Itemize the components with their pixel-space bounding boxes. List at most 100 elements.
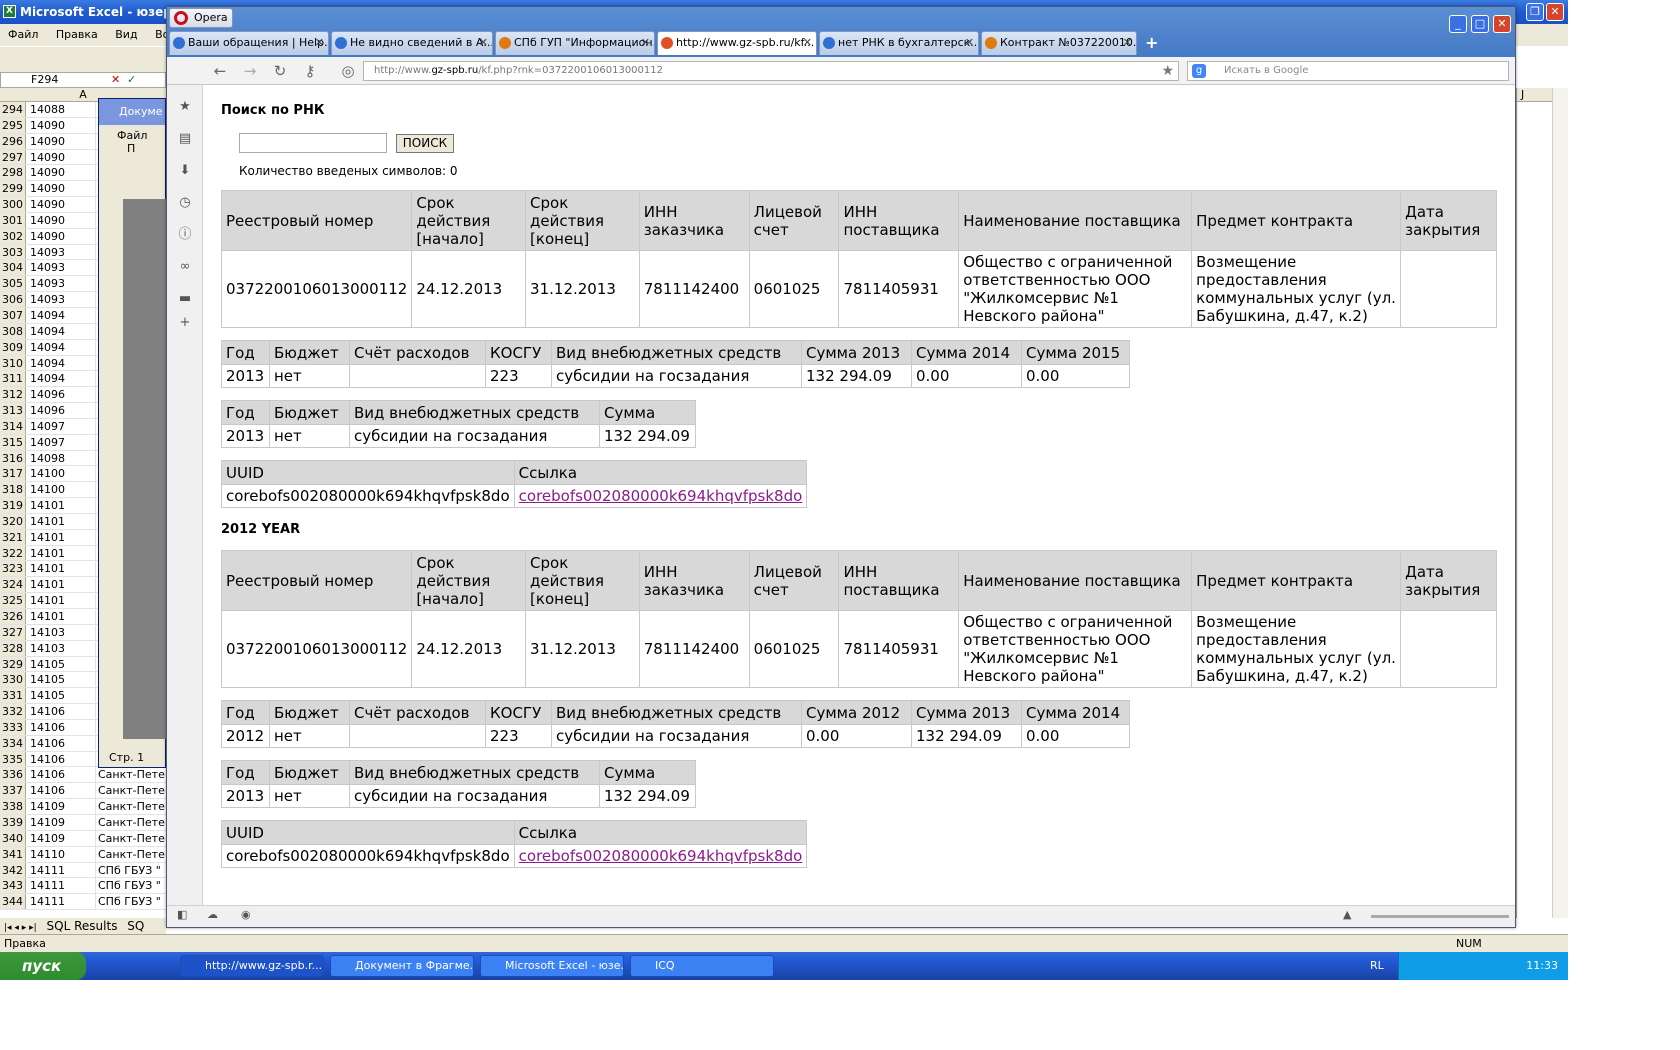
opera-menu-button[interactable]: Opera — [169, 8, 233, 28]
row-number[interactable]: 343 — [0, 878, 26, 894]
row-number[interactable]: 325 — [0, 593, 26, 608]
tab-close-icon[interactable]: ✕ — [315, 32, 324, 54]
row-number[interactable]: 306 — [0, 292, 26, 307]
row-number[interactable]: 298 — [0, 165, 26, 181]
back-icon[interactable]: ← — [211, 62, 229, 80]
start-button[interactable]: пуск — [0, 952, 86, 980]
cell-a[interactable]: 14101 — [26, 593, 96, 608]
row-number[interactable]: 340 — [0, 830, 26, 846]
search-field[interactable]: g Искать в Google — [1187, 61, 1509, 81]
rnk-input[interactable] — [239, 133, 387, 153]
cell-a[interactable]: 14106 — [26, 735, 96, 751]
cell-b[interactable]: Санкт-Пете — [96, 847, 166, 862]
row-number[interactable]: 322 — [0, 545, 26, 561]
sheet-tab-sq[interactable]: SQ — [127, 919, 144, 933]
row-number[interactable]: 302 — [0, 228, 26, 244]
cell-b[interactable]: Санкт-Пете — [96, 831, 166, 846]
excel-menu-file[interactable]: Файл — [8, 28, 38, 41]
taskbar-item[interactable]: Документ в Фрагме... — [330, 955, 474, 977]
cell-a[interactable]: 14105 — [26, 672, 96, 688]
speed-dial-icon[interactable]: ◉ — [241, 908, 251, 921]
row-number[interactable]: 312 — [0, 387, 26, 403]
row-number[interactable]: 308 — [0, 323, 26, 339]
cell-a[interactable]: 14106 — [26, 704, 96, 719]
sheet-nav-icon[interactable]: |◂ ◂ ▸ ▸| — [4, 923, 37, 933]
cell-a[interactable]: 14106 — [26, 767, 96, 783]
cell-a[interactable]: 14101 — [26, 513, 96, 529]
cell-a[interactable]: 14094 — [26, 355, 96, 371]
row-number[interactable]: 295 — [0, 117, 26, 133]
cell-a[interactable]: 14094 — [26, 339, 96, 355]
row-number[interactable]: 314 — [0, 418, 26, 434]
cell-b[interactable]: Санкт-Пете — [96, 783, 166, 798]
search-button[interactable]: ПОИСК — [395, 133, 455, 153]
cell-b[interactable]: Санкт-Пете — [96, 767, 166, 782]
cell-b[interactable]: Санкт-Пете — [96, 815, 166, 830]
excel-vertical-scrollbar[interactable] — [1552, 88, 1568, 918]
cell-a[interactable]: 14111 — [26, 894, 96, 910]
cell-a[interactable]: 14101 — [26, 529, 96, 545]
cell-a[interactable]: 14105 — [26, 688, 96, 704]
row-number[interactable]: 318 — [0, 482, 26, 498]
row-number[interactable]: 296 — [0, 133, 26, 149]
cell-a[interactable]: 14093 — [26, 260, 96, 276]
cell-a[interactable]: 14093 — [26, 244, 96, 260]
row-number[interactable]: 341 — [0, 846, 26, 862]
row-number[interactable]: 344 — [0, 894, 26, 910]
row-number[interactable]: 326 — [0, 609, 26, 624]
cell-a[interactable]: 14106 — [26, 783, 96, 799]
row-number[interactable]: 310 — [0, 355, 26, 371]
language-indicator[interactable]: RL — [1370, 952, 1384, 980]
cell-a[interactable]: 14090 — [26, 197, 96, 212]
uuid-link[interactable]: corebofs002080000k694khqvfpsk8do — [519, 487, 803, 505]
cell-a[interactable]: 14111 — [26, 862, 96, 878]
row-number[interactable]: 339 — [0, 814, 26, 830]
cell-a[interactable]: 14106 — [26, 719, 96, 735]
cell-a[interactable]: 14090 — [26, 228, 96, 244]
row-number[interactable]: 336 — [0, 767, 26, 783]
reload-icon[interactable]: ↻ — [271, 62, 289, 80]
cell-a[interactable]: 14088 — [26, 102, 96, 117]
excel-restore-button[interactable]: ❐ — [1526, 3, 1544, 21]
add-panel-icon[interactable]: + — [177, 315, 193, 331]
tab-close-icon[interactable]: ✕ — [1123, 32, 1132, 54]
excel-close-button[interactable]: ✕ — [1546, 3, 1564, 21]
row-number[interactable]: 327 — [0, 624, 26, 640]
cell-a[interactable]: 14097 — [26, 434, 96, 450]
close-button[interactable]: ✕ — [1493, 15, 1511, 33]
browser-tab[interactable]: нет РНК в бухгалтерск... ✕ — [819, 31, 979, 55]
browser-tab[interactable]: Контракт №037220010... ✕ — [981, 31, 1137, 55]
info-icon[interactable]: ⓘ — [177, 227, 193, 243]
row-number[interactable]: 317 — [0, 466, 26, 482]
word-menu-file[interactable]: Файл — [117, 129, 147, 142]
zoom-slider[interactable] — [1371, 915, 1509, 918]
cloud-icon[interactable]: ☁ — [207, 908, 218, 921]
panels-icon[interactable]: ▬ — [177, 291, 193, 307]
cell-a[interactable]: 14096 — [26, 387, 96, 403]
links-icon[interactable]: ∞ — [177, 259, 193, 275]
cell-a[interactable]: 14100 — [26, 482, 96, 498]
word-menu-edit[interactable]: П — [127, 142, 135, 155]
row-number[interactable]: 307 — [0, 307, 26, 323]
browser-tab[interactable]: http://www.gz-spb.ru/kf... ✕ — [657, 31, 817, 55]
cell-a[interactable]: 14110 — [26, 846, 96, 862]
row-number[interactable]: 309 — [0, 339, 26, 355]
row-number[interactable]: 331 — [0, 688, 26, 704]
row-number[interactable]: 342 — [0, 862, 26, 878]
row-number[interactable]: 301 — [0, 212, 26, 228]
sheet-tab-sql-results[interactable]: SQL Results — [47, 919, 118, 933]
row-number[interactable]: 319 — [0, 498, 26, 513]
row-number[interactable]: 313 — [0, 403, 26, 418]
row-number[interactable]: 300 — [0, 197, 26, 212]
cell-b[interactable]: СПб ГБУЗ " — [96, 894, 166, 909]
excel-menu-view[interactable]: Вид — [115, 28, 137, 41]
row-number[interactable]: 330 — [0, 672, 26, 688]
cell-a[interactable]: 14101 — [26, 609, 96, 624]
cell-a[interactable]: 14090 — [26, 165, 96, 181]
bookmarks-icon[interactable]: ★ — [177, 99, 193, 115]
browser-tab[interactable]: Ваши обращения | Help... ✕ — [169, 31, 329, 55]
row-number[interactable]: 323 — [0, 561, 26, 577]
browser-tab[interactable]: Не видно сведений в А... ✕ — [331, 31, 493, 55]
cell-a[interactable]: 14101 — [26, 545, 96, 561]
cell-a[interactable]: 14090 — [26, 149, 96, 165]
